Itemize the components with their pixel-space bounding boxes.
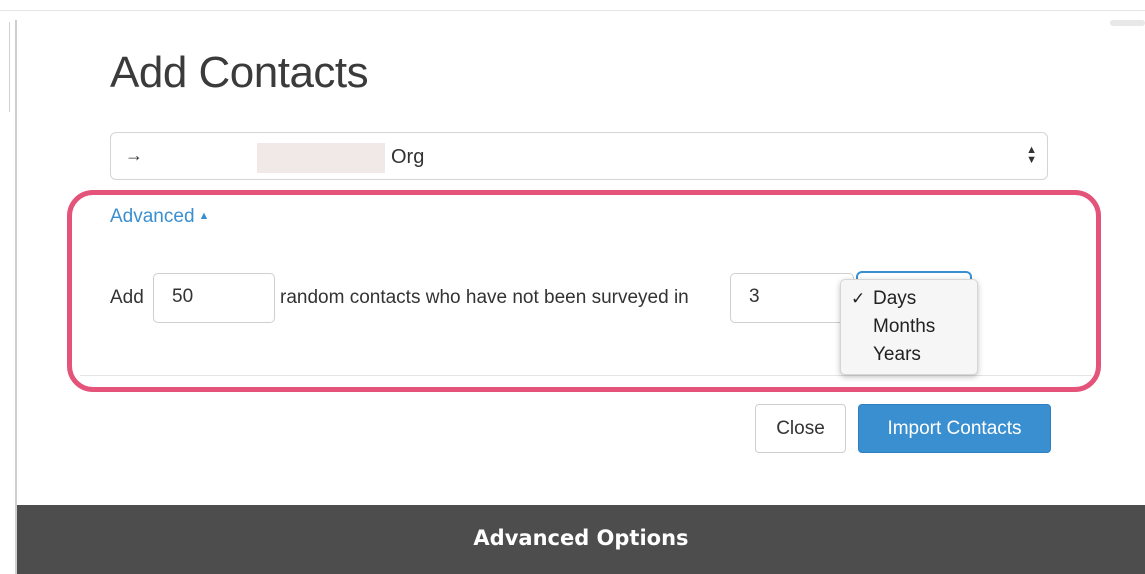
select-stepper-icon: ▲ ▼ bbox=[1026, 144, 1037, 166]
import-contacts-button[interactable]: Import Contacts bbox=[858, 404, 1051, 453]
check-icon: ✓ bbox=[851, 289, 866, 308]
window-left-edge bbox=[15, 20, 17, 574]
period-input[interactable]: 3 bbox=[730, 273, 854, 323]
caret-up-icon: ▲ bbox=[198, 210, 210, 222]
close-button[interactable]: Close bbox=[755, 404, 846, 453]
org-select[interactable]: → Org ▲ ▼ bbox=[110, 132, 1048, 180]
advanced-toggle[interactable]: Advanced ▲ bbox=[110, 206, 209, 228]
org-select-value: Org bbox=[391, 146, 425, 168]
arrow-right-icon: → bbox=[125, 145, 143, 165]
criteria-text: random contacts who have not been survey… bbox=[280, 287, 689, 308]
modal-divider bbox=[80, 375, 1092, 376]
contact-count-input[interactable]: 50 bbox=[153, 273, 275, 323]
unit-option-days[interactable]: Days bbox=[873, 288, 916, 310]
modal-title: Add Contacts bbox=[110, 48, 369, 97]
caption-bar: Advanced Options bbox=[17, 505, 1145, 574]
window-corner-shadow bbox=[1110, 20, 1145, 26]
window-top-edge bbox=[0, 0, 1145, 11]
add-label: Add bbox=[110, 287, 144, 308]
unit-option-years[interactable]: Years bbox=[873, 344, 921, 366]
advanced-toggle-label: Advanced bbox=[110, 206, 195, 227]
redacted-org-name bbox=[257, 143, 385, 173]
unit-dropdown-menu: ✓ Days Months Years bbox=[840, 279, 978, 375]
unit-option-months[interactable]: Months bbox=[873, 316, 935, 338]
window-left-edge-secondary bbox=[9, 22, 10, 112]
caption-text: Advanced Options bbox=[473, 526, 689, 550]
